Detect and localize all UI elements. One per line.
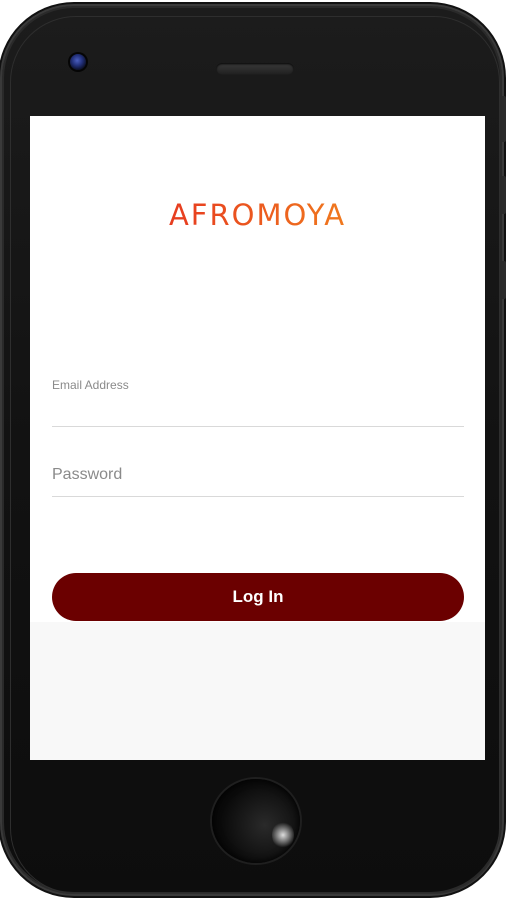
- email-field[interactable]: Email Address: [52, 374, 464, 427]
- volume-down-button: [502, 261, 506, 299]
- home-button[interactable]: [212, 779, 300, 863]
- screen-footer-area: [30, 622, 485, 760]
- password-input[interactable]: [52, 456, 464, 494]
- volume-up-button: [502, 176, 506, 214]
- camera-icon: [70, 54, 86, 70]
- app-logo: AFROMOYA: [30, 198, 485, 232]
- stage: AFROMOYA Email Address Log In: [0, 0, 507, 900]
- login-button[interactable]: Log In: [52, 573, 464, 621]
- email-input[interactable]: [52, 396, 464, 424]
- app-screen: AFROMOYA Email Address Log In: [30, 116, 485, 760]
- mute-switch: [502, 96, 506, 142]
- home-button-glare: [272, 821, 294, 849]
- email-label: Email Address: [52, 378, 129, 392]
- password-field[interactable]: [52, 456, 464, 497]
- speaker-grille: [216, 63, 294, 75]
